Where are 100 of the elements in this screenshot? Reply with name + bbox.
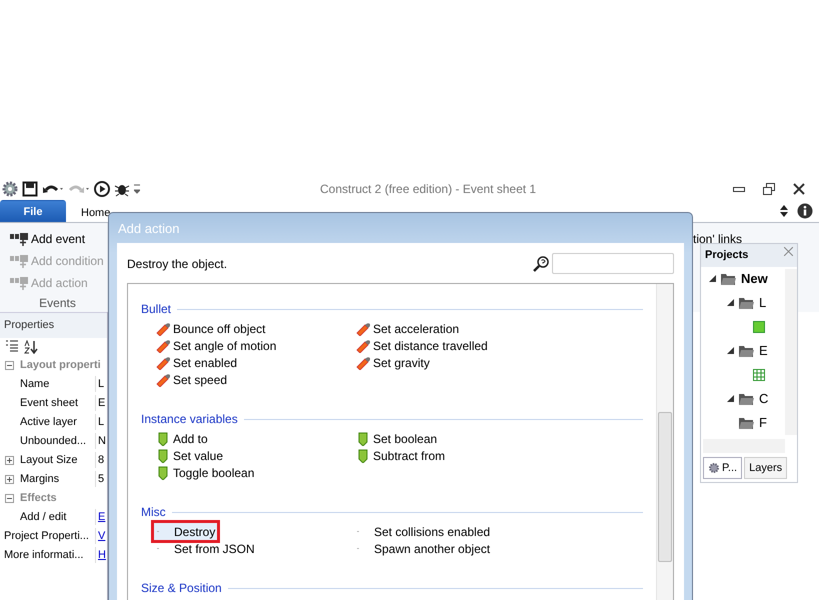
- scrollbar-thumb[interactable]: [658, 412, 672, 562]
- variable-icon: [156, 432, 170, 446]
- layout-icon[interactable]: [753, 320, 765, 332]
- property-value: N: [95, 432, 106, 450]
- grid-icon[interactable]: [753, 368, 765, 380]
- bullet-icon: [156, 338, 170, 352]
- property-name: Add / edit: [20, 510, 66, 525]
- search-field[interactable]: [552, 253, 674, 274]
- add-icon: [10, 254, 28, 268]
- variable-icon: [356, 448, 370, 462]
- link-text: tion' links: [693, 231, 742, 248]
- categorized-icon[interactable]: [6, 340, 18, 352]
- action-item[interactable]: Set speed: [154, 371, 230, 388]
- property-name: Project Properti...: [4, 528, 89, 544]
- gear-icon: [708, 462, 720, 474]
- action-item[interactable]: Bounce off object: [154, 320, 268, 337]
- group-heading: Size & Position: [141, 581, 222, 595]
- expanded-arrow-icon[interactable]: [727, 395, 734, 402]
- collapse-icon[interactable]: [779, 204, 789, 218]
- folder-icon: [738, 392, 755, 406]
- tree-item[interactable]: F: [759, 412, 767, 432]
- bullet-icon: [156, 322, 170, 336]
- description-text: Destroy the object.: [127, 256, 228, 272]
- property-name: Event sheet: [20, 396, 78, 411]
- bullet-icon: [356, 322, 370, 336]
- folder-icon: [720, 272, 737, 286]
- file-menu-button[interactable]: File: [0, 200, 66, 222]
- group-heading: Bullet: [141, 302, 172, 316]
- search-icon: [533, 256, 549, 272]
- restore-icon[interactable]: [763, 183, 775, 195]
- tree-item[interactable]: L: [759, 292, 766, 312]
- group-label: Events: [38, 295, 77, 312]
- property-link[interactable]: V: [95, 528, 106, 544]
- scrollbar[interactable]: [656, 284, 673, 600]
- property-name: Active layer: [20, 414, 77, 430]
- folder-icon: [738, 416, 755, 430]
- bullet-icon: [156, 356, 170, 370]
- action-item[interactable]: Set from JSON: [154, 540, 257, 557]
- panel-title: Projects: [705, 248, 748, 263]
- section-heading: Layout properti: [20, 358, 101, 373]
- tree-item[interactable]: C: [759, 388, 768, 408]
- action-item[interactable]: Set angle of motion: [154, 337, 278, 354]
- tree-item[interactable]: New: [741, 268, 768, 288]
- action-item[interactable]: Set value: [154, 447, 226, 464]
- expanded-arrow-icon[interactable]: [727, 347, 734, 354]
- expanded-arrow-icon[interactable]: [727, 299, 734, 306]
- action-item[interactable]: Set gravity: [354, 354, 432, 371]
- property-value: L: [95, 414, 104, 430]
- variable-icon: [156, 466, 170, 480]
- play-icon[interactable]: [94, 181, 110, 197]
- variable-icon: [356, 432, 370, 446]
- bullet-icon: [356, 356, 370, 370]
- panel-tab[interactable]: P...: [703, 456, 742, 479]
- section-heading: Effects: [20, 490, 57, 506]
- property-name: Margins: [20, 472, 60, 487]
- minimize-icon[interactable]: [733, 185, 745, 193]
- property-value: 8: [95, 452, 104, 468]
- bullet-icon: [356, 338, 370, 352]
- property-name: More informati...: [4, 548, 84, 563]
- property-value: E: [95, 394, 106, 412]
- expand-icon[interactable]: [5, 456, 14, 464]
- expanded-arrow-icon[interactable]: [709, 275, 716, 282]
- info-icon[interactable]: [797, 203, 813, 219]
- variable-icon: [156, 448, 170, 462]
- property-value: L: [95, 376, 104, 392]
- action-item[interactable]: Spawn another object: [354, 540, 492, 557]
- sort-icon[interactable]: [24, 340, 38, 354]
- dialog-title: Add action: [117, 220, 180, 238]
- panel-tab[interactable]: Layers: [744, 456, 788, 479]
- scrollbar[interactable]: [785, 268, 797, 434]
- dropdown-icon[interactable]: [134, 184, 140, 194]
- tree-item[interactable]: E: [759, 340, 768, 360]
- group-heading: Misc: [141, 505, 166, 519]
- gear-icon[interactable]: [2, 181, 18, 197]
- property-name: Layout Size: [20, 452, 78, 468]
- expand-icon[interactable]: [5, 474, 14, 484]
- ribbon-button[interactable]: Add event: [8, 228, 88, 250]
- folder-icon: [738, 296, 755, 310]
- collapse-icon[interactable]: [5, 494, 14, 502]
- property-link[interactable]: H: [95, 546, 106, 564]
- action-item[interactable]: Destroy: [154, 523, 218, 540]
- action-item[interactable]: Set boolean: [354, 430, 440, 447]
- collapse-icon[interactable]: [5, 360, 14, 370]
- action-item[interactable]: Add to: [154, 430, 210, 447]
- add-icon: [10, 276, 28, 290]
- action-item[interactable]: Toggle boolean: [154, 464, 256, 481]
- action-item[interactable]: Set collisions enabled: [354, 523, 492, 540]
- property-name: Unbounded...: [20, 434, 86, 449]
- close-icon[interactable]: [793, 183, 805, 195]
- action-item[interactable]: Set enabled: [154, 354, 240, 371]
- group-heading: Instance variables: [141, 412, 238, 426]
- action-item[interactable]: Set acceleration: [354, 320, 462, 337]
- action-item[interactable]: Set distance travelled: [354, 337, 490, 354]
- save-icon[interactable]: [22, 181, 38, 197]
- panel-title: Properties: [0, 312, 107, 338]
- property-name: Name: [20, 376, 50, 392]
- window-title: Construct 2 (free edition) - Event sheet 1: [320, 181, 538, 198]
- ribbon-tab[interactable]: Home: [66, 202, 126, 222]
- action-item[interactable]: Subtract from: [354, 447, 448, 464]
- property-link[interactable]: E: [95, 508, 106, 526]
